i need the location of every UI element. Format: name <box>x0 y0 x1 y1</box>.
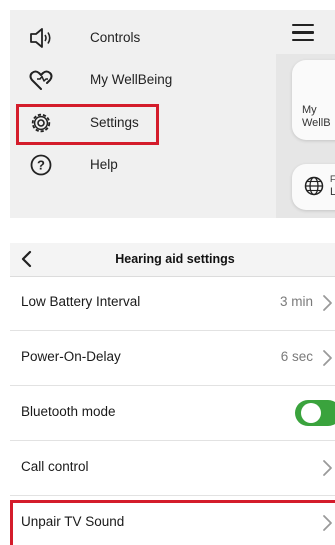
nav-bar: Hearing aid settings <box>10 243 335 277</box>
menu-item-help[interactable]: ? Help <box>10 147 280 183</box>
language-card-fragment-2: L <box>330 186 335 198</box>
speaker-icon <box>30 28 51 48</box>
heart-icon <box>29 70 53 90</box>
help-circle-icon: ? <box>30 154 52 176</box>
setting-row-low-battery-interval[interactable]: Low Battery Interval 3 min <box>10 276 335 331</box>
menu-item-controls[interactable]: Controls <box>10 20 280 56</box>
globe-icon <box>304 176 324 196</box>
setting-label: Low Battery Interval <box>21 294 141 309</box>
side-menu-panel: My WellB F L Controls My WellBeing Setti… <box>10 10 335 218</box>
language-card[interactable]: F L <box>292 164 335 210</box>
hearing-aid-settings-screen: Hearing aid settings Low Battery Interva… <box>10 243 335 545</box>
chevron-right-icon <box>323 515 332 531</box>
toggle-knob <box>301 403 321 423</box>
setting-row-unpair-tv-sound[interactable]: Unpair TV Sound <box>10 496 335 545</box>
wellbeing-card[interactable]: My WellB <box>292 60 335 140</box>
menu-item-wellbeing[interactable]: My WellBeing <box>10 62 280 98</box>
setting-label: Bluetooth mode <box>21 404 116 419</box>
setting-label: Unpair TV Sound <box>21 514 125 529</box>
bluetooth-mode-toggle[interactable] <box>295 400 335 426</box>
chevron-right-icon <box>323 295 332 311</box>
setting-row-bluetooth-mode: Bluetooth mode <box>10 386 335 441</box>
setting-row-call-control[interactable]: Call control <box>10 441 335 496</box>
setting-value: 6 sec <box>280 349 313 364</box>
menu-item-label: My WellBeing <box>90 72 173 87</box>
chevron-right-icon <box>323 460 332 476</box>
chevron-right-icon <box>323 350 332 366</box>
setting-row-power-on-delay[interactable]: Power-On-Delay 6 sec <box>10 331 335 386</box>
svg-text:?: ? <box>37 158 45 173</box>
hamburger-menu-icon[interactable] <box>292 24 314 42</box>
chevron-left-icon[interactable] <box>18 249 36 269</box>
gear-icon <box>31 113 51 133</box>
setting-label: Power-On-Delay <box>21 349 121 364</box>
menu-item-label: Controls <box>90 30 141 45</box>
setting-label: Call control <box>21 459 89 474</box>
menu-item-label: Help <box>90 157 118 172</box>
wellbeing-card-label: My WellB <box>302 104 331 129</box>
page-title: Hearing aid settings <box>115 252 235 266</box>
menu-item-label: Settings <box>90 115 139 130</box>
setting-value: 3 min <box>279 294 313 309</box>
menu-item-settings[interactable]: Settings <box>10 105 280 141</box>
language-card-fragment: F <box>330 174 335 184</box>
